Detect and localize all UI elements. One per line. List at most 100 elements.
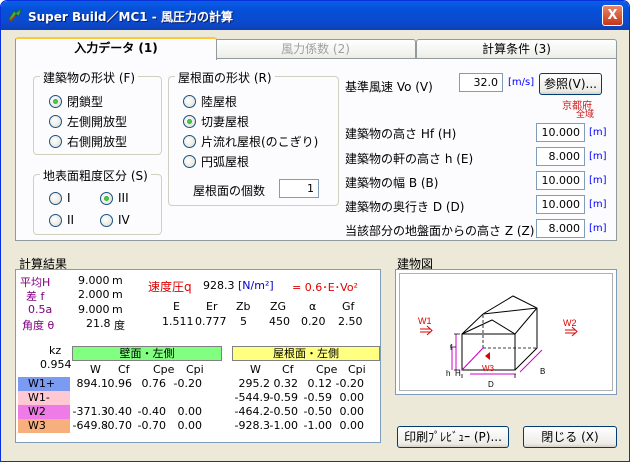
radio-closed[interactable]: 閉鎖型	[49, 93, 103, 110]
w3-label: W3	[482, 364, 495, 373]
param-header-er: Er	[206, 300, 218, 313]
q-value: 928.3	[203, 279, 235, 292]
half-a-unit: m	[112, 303, 123, 316]
wall-cell-cf: -0.70	[103, 419, 132, 432]
avg-h-value: 9.000	[78, 274, 110, 287]
wall-col-header-cf: Cf	[118, 363, 130, 376]
tab-calc-conditions-label: 計算条件 (3)	[482, 42, 551, 56]
radio-roughness-3-label: III	[118, 191, 129, 205]
radio-shed-roof[interactable]: 片流れ屋根(のこぎり)	[183, 133, 318, 150]
radio-dot	[49, 95, 62, 108]
param-header-gf: Gf	[342, 300, 355, 313]
q-formula: = 0.6･E･Vo²	[292, 281, 358, 294]
radio-roughness-2-label: II	[67, 213, 75, 227]
w1-arrow-icon	[420, 325, 433, 336]
title-bar[interactable]: Super Build／MC1 - 風圧力の計算 X	[1, 1, 629, 30]
radio-dot	[49, 115, 62, 128]
building-shape-title: 建築物の形状 (F)	[40, 69, 139, 86]
q-label: 速度圧q	[148, 280, 192, 294]
param-value-gf: 2.50	[338, 315, 363, 328]
wall-cell-cpe: -0.40	[137, 405, 166, 418]
radio-roughness-1[interactable]: I	[49, 191, 71, 205]
roof-count-input[interactable]: 1	[279, 179, 319, 198]
tab-wind-coefficient[interactable]: 風力係数 (2)	[215, 39, 416, 59]
radio-left-open[interactable]: 左側開放型	[49, 113, 127, 130]
building-diagram: W1 W2 W3 f h H B D	[418, 295, 578, 389]
roof-cell-w: -928.3	[234, 419, 270, 432]
radio-roughness-3[interactable]: III	[100, 191, 129, 205]
reference-button[interactable]: 参照(V)...	[539, 73, 602, 95]
roof-count-label: 屋根面の個数	[193, 184, 266, 198]
b-label: 建築物の幅 B (B)	[345, 176, 439, 190]
roof-cell-cpe: -0.50	[303, 405, 332, 418]
roof-cell-cpe: -0.59	[303, 391, 332, 404]
avg-h-unit: m	[112, 274, 123, 287]
radio-roughness-4[interactable]: IV	[100, 213, 130, 227]
b-input[interactable]: 10.000	[536, 171, 585, 190]
radio-arc-roof[interactable]: 円弧屋根	[183, 153, 249, 170]
radio-right-open[interactable]: 右側開放型	[49, 133, 127, 150]
radio-closed-label: 閉鎖型	[67, 95, 104, 109]
tab-calc-conditions[interactable]: 計算条件 (3)	[416, 39, 617, 59]
wall-cell-cf: 0.96	[107, 377, 133, 390]
w3-arrow-icon	[485, 352, 490, 360]
radio-right-open-label: 右側開放型	[67, 135, 128, 149]
main-window: Super Build／MC1 - 風圧力の計算 X 入力データ (1) 風力係…	[0, 0, 630, 462]
param-header-alpha: α	[309, 300, 317, 313]
d-input[interactable]: 10.000	[536, 195, 585, 214]
w1-label: W1	[418, 316, 432, 326]
window-close-button[interactable]: X	[602, 5, 623, 26]
radio-shed-roof-label: 片流れ屋根(のこぎり)	[201, 135, 319, 149]
z-input[interactable]: 8.000	[536, 219, 585, 238]
radio-arc-roof-label: 円弧屋根	[201, 155, 250, 169]
roof-col-header-cf: Cf	[282, 363, 294, 376]
v0-unit: [m/s]	[508, 77, 535, 88]
radio-flat-roof-label: 陸屋根	[201, 95, 238, 109]
h-input[interactable]: 8.000	[536, 147, 585, 166]
param-value-er: 0.777	[195, 315, 227, 328]
radio-flat-roof[interactable]: 陸屋根	[183, 93, 237, 110]
param-header-zb: Zb	[236, 300, 251, 313]
roof-cell-cf: -0.59	[269, 391, 298, 404]
building-shape-group: 建築物の形状 (F) 閉鎖型 左側開放型 右側開放型	[33, 69, 162, 155]
diff-f-unit: m	[112, 288, 123, 301]
radio-roughness-1-label: I	[67, 191, 71, 205]
hf-label: 建築物の高さ Hf (H)	[345, 127, 457, 141]
print-preview-button[interactable]: 印刷ﾌﾟﾚﾋﾞｭｰ (P)...	[397, 426, 509, 448]
hf-unit: [m]	[589, 127, 607, 138]
roof-cell-cpe: -1.00	[303, 419, 332, 432]
roof-cell-cpi: 0.00	[339, 405, 365, 418]
magenta-dimension-lines	[451, 334, 543, 375]
angle-unit: 度	[114, 319, 125, 332]
wind-w1-group: W1	[418, 316, 433, 336]
radio-gable-roof[interactable]: 切妻屋根	[183, 113, 249, 130]
wall-col-header-w: W	[90, 363, 101, 376]
w2-label: W2	[563, 318, 577, 328]
hf-input[interactable]: 10.000	[536, 123, 585, 142]
radio-dot	[183, 135, 196, 148]
diff-f-value: 2.000	[78, 288, 110, 301]
v0-input[interactable]: 32.0	[459, 73, 503, 92]
dim-d-label: D	[488, 380, 494, 389]
h-label: 建築物の軒の高さ h (E)	[345, 152, 474, 166]
row-label-w3: W3	[18, 419, 70, 433]
roof-cell-w: -544.9	[234, 391, 270, 404]
roof-cell-cpi: -0.20	[335, 377, 364, 390]
h-unit: [m]	[589, 151, 607, 162]
radio-dot	[183, 155, 196, 168]
w2-arrow-icon	[565, 326, 578, 337]
building-figure-panel: W1 W2 W3 f h H B D	[395, 269, 617, 395]
radio-gable-roof-label: 切妻屋根	[201, 115, 250, 129]
dim-h-large-label: H	[455, 369, 461, 378]
tab-input-data[interactable]: 入力データ (1)	[15, 37, 217, 60]
wall-cell-cpe: 0.76	[141, 377, 167, 390]
app-icon	[8, 7, 22, 22]
radio-dot	[183, 95, 196, 108]
building-figure-frame: W1 W2 W3 f h H B D	[399, 273, 613, 391]
tab-input-data-label: 入力データ (1)	[74, 41, 158, 55]
angle-value: 21.8	[86, 317, 111, 330]
param-value-zg: 450	[269, 315, 290, 328]
radio-roughness-2[interactable]: II	[49, 213, 74, 227]
close-button[interactable]: 閉じる (X)	[523, 426, 617, 448]
row-label-w1minus: W1-	[18, 391, 70, 405]
